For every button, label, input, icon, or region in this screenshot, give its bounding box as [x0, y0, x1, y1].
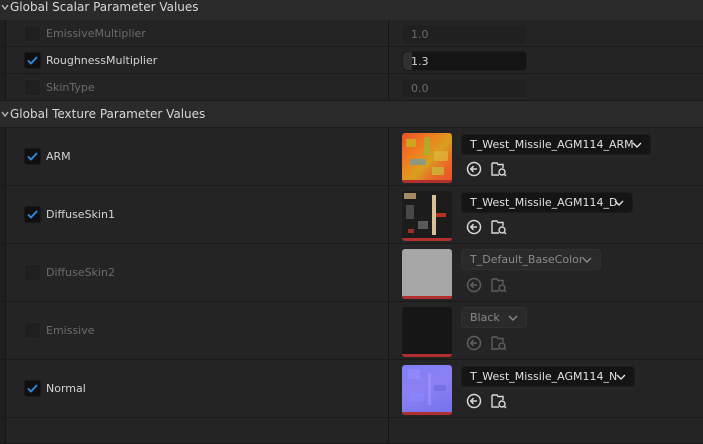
param-label: RoughnessMultiplier	[46, 54, 158, 67]
chevron-down-icon	[614, 200, 624, 206]
chevron-down-icon[interactable]	[0, 109, 10, 119]
texture-thumbnail[interactable]	[402, 307, 452, 357]
category-header-texture[interactable]: Global Texture Parameter Values	[0, 101, 703, 127]
checkmark-icon	[27, 152, 38, 161]
texture-row-diffuse-skin-2: DiffuseSkin2 T_Default_BaseColor	[0, 244, 703, 302]
details-panel: Global Scalar Parameter Values EmissiveM…	[0, 0, 703, 444]
enable-checkbox[interactable]	[24, 380, 41, 397]
param-label: EmissiveMultiplier	[46, 27, 146, 40]
browse-folder-icon[interactable]	[490, 160, 508, 178]
texture-asset-combo[interactable]: T_West_Missile_AGM114_D	[461, 192, 633, 213]
enable-checkbox[interactable]	[24, 25, 41, 42]
category-title: Global Texture Parameter Values	[10, 107, 206, 121]
chevron-down-icon	[508, 315, 518, 321]
checkmark-icon	[27, 56, 38, 65]
param-label: Emissive	[46, 324, 95, 337]
enable-checkbox[interactable]	[24, 264, 41, 281]
enable-checkbox[interactable]	[24, 79, 41, 96]
browse-folder-icon[interactable]	[490, 334, 508, 352]
chevron-down-icon	[616, 374, 626, 380]
enable-checkbox[interactable]	[24, 322, 41, 339]
scalar-row-skin-type: SkinType 0.0	[0, 74, 703, 101]
checkmark-icon	[27, 384, 38, 393]
texture-row-normal: Normal T_West_Missile_AGM114_N	[0, 360, 703, 418]
param-label: ARM	[46, 150, 71, 163]
value-field[interactable]: 0.0	[402, 78, 527, 98]
value-field[interactable]: 1.3	[402, 51, 527, 71]
scalar-row-emissive-multiplier: EmissiveMultiplier 1.0	[0, 20, 703, 47]
use-selected-arrow-icon[interactable]	[465, 218, 483, 236]
category-title: Global Scalar Parameter Values	[10, 0, 199, 14]
texture-thumbnail[interactable]	[402, 133, 452, 183]
enable-checkbox[interactable]	[24, 206, 41, 223]
texture-thumbnail[interactable]	[402, 249, 452, 299]
param-label: Normal	[46, 382, 86, 395]
scalar-row-roughness-multiplier: RoughnessMultiplier 1.3	[0, 47, 703, 74]
param-label: DiffuseSkin1	[46, 208, 115, 221]
texture-row-arm: ARM T_West_Missile_AGM114_ARM	[0, 128, 703, 186]
use-selected-arrow-icon[interactable]	[465, 392, 483, 410]
chevron-down-icon[interactable]	[0, 2, 10, 12]
texture-asset-combo[interactable]: T_West_Missile_AGM114_ARM	[461, 134, 651, 155]
texture-thumbnail[interactable]	[402, 191, 452, 241]
value-field[interactable]: 1.0	[402, 24, 527, 44]
texture-asset-combo[interactable]: T_Default_BaseColor	[461, 249, 601, 270]
param-label: DiffuseSkin2	[46, 266, 115, 279]
use-selected-arrow-icon[interactable]	[465, 160, 483, 178]
browse-folder-icon[interactable]	[490, 392, 508, 410]
browse-folder-icon[interactable]	[490, 218, 508, 236]
category-header-scalar[interactable]: Global Scalar Parameter Values	[0, 0, 703, 20]
texture-asset-combo[interactable]: Black	[461, 307, 527, 328]
use-selected-arrow-icon[interactable]	[465, 276, 483, 294]
checkmark-icon	[27, 210, 38, 219]
chevron-down-icon	[632, 142, 642, 148]
enable-checkbox[interactable]	[24, 148, 41, 165]
chevron-down-icon	[582, 257, 592, 263]
browse-folder-icon[interactable]	[490, 276, 508, 294]
texture-thumbnail[interactable]	[402, 365, 452, 415]
empty-row	[0, 418, 703, 444]
texture-asset-combo[interactable]: T_West_Missile_AGM114_N	[461, 366, 635, 387]
texture-row-emissive: Emissive Black	[0, 302, 703, 360]
param-label: SkinType	[46, 81, 95, 94]
use-selected-arrow-icon[interactable]	[465, 334, 483, 352]
texture-row-diffuse-skin-1: DiffuseSkin1 T_West_Missile_AGM114_D	[0, 186, 703, 244]
enable-checkbox[interactable]	[24, 52, 41, 69]
